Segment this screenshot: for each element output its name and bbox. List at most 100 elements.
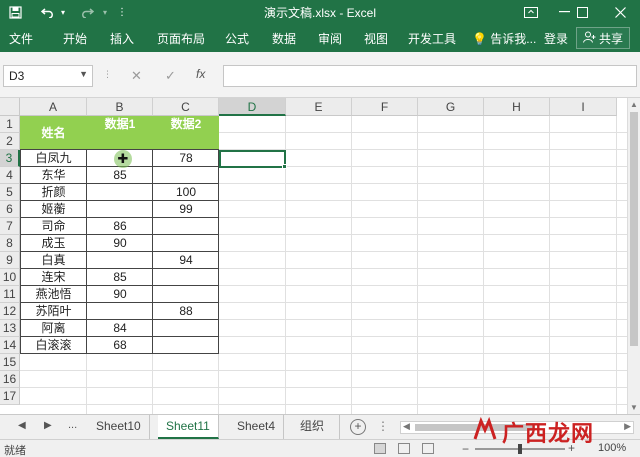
customize-qat-icon[interactable]: ⋮ [116, 3, 128, 21]
row-header-5[interactable]: 5 [0, 184, 20, 201]
value-cell[interactable]: 68 [87, 337, 153, 354]
name-cell[interactable]: 司命 [20, 218, 87, 235]
scroll-up-icon[interactable]: ▲ [630, 100, 638, 109]
value-cell[interactable]: 85 [87, 269, 153, 286]
page-layout-view-icon[interactable] [398, 443, 410, 454]
value-cell[interactable] [153, 167, 219, 184]
normal-view-icon[interactable] [374, 443, 386, 454]
sheet-tab-sheet4[interactable]: Sheet4 [229, 415, 285, 439]
value-cell[interactable]: 85 [87, 167, 153, 184]
tab-split-handle[interactable]: ⋮ [377, 419, 389, 433]
name-cell[interactable]: 燕池悟 [20, 286, 87, 303]
column-header-b[interactable]: B [87, 98, 153, 116]
formula-input[interactable] [223, 65, 637, 87]
value-cell[interactable]: 99 [153, 201, 219, 218]
name-cell[interactable]: 白滚滚 [20, 337, 87, 354]
row-header-16[interactable]: 16 [0, 371, 20, 388]
cancel-icon[interactable]: ✕ [131, 68, 142, 84]
tell-me-box[interactable]: 💡 告诉我... [472, 30, 536, 47]
row-header-2[interactable]: 2 [0, 133, 20, 150]
tab-home[interactable]: 开始 [63, 30, 87, 47]
column-header-c[interactable]: C [153, 98, 219, 116]
name-box[interactable]: D3 ▼ [3, 65, 93, 87]
value-cell[interactable]: 84 [87, 320, 153, 337]
value-cell[interactable]: 90 [87, 286, 153, 303]
row-header-10[interactable]: 10 [0, 269, 20, 286]
ribbon-display-icon[interactable] [519, 0, 543, 24]
row-header-17[interactable]: 17 [0, 388, 20, 405]
value-cell[interactable] [87, 184, 153, 201]
save-icon[interactable] [6, 3, 24, 21]
value-cell[interactable] [153, 269, 219, 286]
row-header-3[interactable]: 3 [0, 150, 20, 167]
name-cell[interactable]: 折颜 [20, 184, 87, 201]
row-header-15[interactable]: 15 [0, 354, 20, 371]
name-cell[interactable]: 成玉 [20, 235, 87, 252]
row-header-6[interactable]: 6 [0, 201, 20, 218]
column-header-i[interactable]: I [550, 98, 617, 116]
row-header-11[interactable]: 11 [0, 286, 20, 303]
column-header-a[interactable]: A [20, 98, 87, 116]
row-header-1[interactable]: 1 [0, 116, 20, 133]
add-sheet-button[interactable]: + [350, 419, 366, 435]
row-header-7[interactable]: 7 [0, 218, 20, 235]
column-header-g[interactable]: G [418, 98, 484, 116]
value-cell[interactable] [153, 320, 219, 337]
name-cell[interactable]: 东华 [20, 167, 87, 184]
name-cell[interactable]: 白凤九 [20, 150, 87, 167]
enter-icon[interactable]: ✓ [165, 68, 176, 84]
redo-dropdown-icon[interactable]: ▾ [100, 3, 110, 21]
column-header-h[interactable]: H [484, 98, 550, 116]
insert-function-button[interactable]: fx [196, 67, 205, 81]
value-cell[interactable] [87, 201, 153, 218]
value-cell[interactable] [87, 303, 153, 320]
column-header-e[interactable]: E [286, 98, 352, 116]
chevron-down-icon[interactable]: ▼ [79, 69, 88, 79]
select-all-corner[interactable] [0, 98, 20, 116]
sheet-next-icon[interactable]: ▶ [44, 420, 52, 431]
tab-developer[interactable]: 开发工具 [408, 30, 456, 47]
name-cell[interactable]: 苏陌叶 [20, 303, 87, 320]
login-link[interactable]: 登录 [544, 30, 568, 47]
value-cell[interactable]: 90 [87, 235, 153, 252]
zoom-out-button[interactable]: − [462, 442, 469, 456]
row-header-12[interactable]: 12 [0, 303, 20, 320]
row-header-8[interactable]: 8 [0, 235, 20, 252]
fill-handle[interactable] [282, 164, 287, 169]
vertical-scrollbar[interactable]: ▲ ▼ [627, 98, 640, 414]
sheet-tab-sheet10[interactable]: Sheet10 [88, 415, 150, 439]
value-cell[interactable] [153, 286, 219, 303]
name-cell[interactable]: 连宋 [20, 269, 87, 286]
tab-formulas[interactable]: 公式 [225, 30, 249, 47]
value-cell[interactable] [153, 218, 219, 235]
maximize-icon[interactable] [562, 0, 602, 24]
redo-icon[interactable] [78, 3, 96, 21]
share-button[interactable]: 共享 [576, 27, 630, 49]
table-header-cell[interactable]: 姓名 [20, 116, 87, 150]
tab-view[interactable]: 视图 [364, 30, 388, 47]
row-header-13[interactable]: 13 [0, 320, 20, 337]
scroll-left-icon[interactable]: ◀ [403, 421, 410, 432]
tab-data[interactable]: 数据 [272, 30, 296, 47]
vertical-scroll-thumb[interactable] [630, 112, 638, 346]
close-icon[interactable] [600, 0, 640, 24]
name-cell[interactable]: 阿离 [20, 320, 87, 337]
value-cell[interactable]: 100 [153, 184, 219, 201]
column-header-d[interactable]: D [219, 98, 286, 116]
row-header-14[interactable]: 14 [0, 337, 20, 354]
sheet-tab-sheet11[interactable]: Sheet11 [158, 415, 219, 439]
table-header-cell[interactable]: 数据2 [153, 116, 219, 150]
row-header-9[interactable]: 9 [0, 252, 20, 269]
value-cell[interactable]: 88 [153, 303, 219, 320]
tab-page-layout[interactable]: 页面布局 [157, 30, 205, 47]
active-cell-highlight[interactable] [219, 150, 286, 168]
sheet-tab-group[interactable]: 组织 [292, 415, 340, 439]
name-cell[interactable]: 姬蘅 [20, 201, 87, 218]
tab-insert[interactable]: 插入 [110, 30, 134, 47]
value-cell[interactable]: 86 [87, 218, 153, 235]
row-header-4[interactable]: 4 [0, 167, 20, 184]
value-cell[interactable]: 78 [153, 150, 219, 167]
tab-file[interactable]: 文件 [9, 30, 33, 47]
worksheet-grid[interactable]: ABCDEFGHI 1 2 3 4 5 6 7 8 9 10 11 12 13 14 15 16 17 姓名 数据… [0, 98, 627, 414]
value-cell[interactable] [153, 337, 219, 354]
